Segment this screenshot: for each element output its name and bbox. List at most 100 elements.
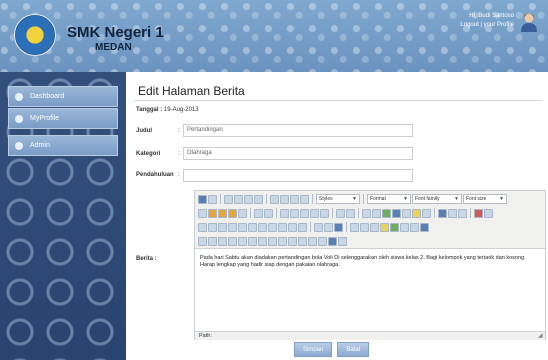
user-links[interactable]: Logout | your Profile (460, 21, 514, 30)
ins-icon[interactable] (288, 236, 297, 246)
background-color-icon[interactable] (484, 208, 493, 218)
cell-props-icon[interactable] (218, 222, 227, 232)
abbr-icon[interactable] (258, 236, 267, 246)
code-icon[interactable] (422, 208, 431, 218)
toolbar-row-1: Styles ▼ Format ▼ Font family ▼ Font size ▼ (198, 193, 507, 205)
align-left-icon[interactable] (270, 194, 279, 204)
style-props-icon[interactable] (238, 236, 247, 246)
new-document-icon[interactable] (208, 194, 217, 204)
pendahuluan-input[interactable] (183, 169, 413, 182)
numbered-list-icon[interactable] (290, 208, 299, 218)
cancel-button[interactable]: Batal (337, 342, 370, 357)
attribs-icon[interactable] (298, 236, 307, 246)
help-icon[interactable] (412, 208, 421, 218)
remove-format-icon[interactable] (324, 222, 333, 232)
insert-layer-icon[interactable] (198, 236, 207, 246)
insert-row-before-icon[interactable] (228, 222, 237, 232)
chevron-down-icon: ▼ (499, 196, 504, 202)
form-buttons: Simpan Batal (294, 342, 370, 357)
font-family-select[interactable]: Font family ▼ (412, 194, 462, 204)
align-center-icon[interactable] (280, 194, 289, 204)
media-icon[interactable] (390, 222, 399, 232)
template-icon[interactable] (328, 236, 337, 246)
replace-icon[interactable] (264, 208, 273, 218)
link-icon[interactable] (362, 208, 371, 218)
editor-content-area[interactable]: Pada hari Sabtu akan diadakan pertanding… (195, 249, 545, 331)
kategori-input[interactable]: Olahraga (183, 147, 413, 160)
font-size-select[interactable]: Font size ▼ (463, 194, 507, 204)
judul-input[interactable]: Pertandingan (183, 124, 413, 137)
cut-icon[interactable] (198, 208, 207, 218)
visual-chars-icon[interactable] (308, 236, 317, 246)
insert-col-before-icon[interactable] (258, 222, 267, 232)
blockquote-icon[interactable] (320, 208, 329, 218)
horizontal-rule-icon[interactable] (314, 222, 323, 232)
paste-text-icon[interactable] (228, 208, 237, 218)
sidebar-item-myprofile[interactable]: MyProfile (8, 108, 118, 129)
move-forward-icon[interactable] (208, 236, 217, 246)
copy-icon[interactable] (208, 208, 217, 218)
unlink-icon[interactable] (372, 208, 381, 218)
image-icon[interactable] (392, 208, 401, 218)
nonbreaking-icon[interactable] (318, 236, 327, 246)
redo-icon[interactable] (346, 208, 355, 218)
delete-row-icon[interactable] (248, 222, 257, 232)
align-justify-icon[interactable] (300, 194, 309, 204)
cite-icon[interactable] (248, 236, 257, 246)
sidebar-item-admin[interactable]: Admin (8, 135, 118, 156)
align-right-icon[interactable] (290, 194, 299, 204)
outdent-icon[interactable] (300, 208, 309, 218)
table-icon[interactable] (198, 222, 207, 232)
pagebreak-icon[interactable] (338, 236, 347, 246)
cleanup-icon[interactable] (402, 208, 411, 218)
special-char-icon[interactable] (370, 222, 379, 232)
sidebar-item-dashboard[interactable]: Dashboard (8, 86, 118, 107)
strikethrough-icon[interactable] (254, 194, 263, 204)
rtl-icon[interactable] (400, 222, 409, 232)
bold-icon[interactable] (224, 194, 233, 204)
move-backward-icon[interactable] (218, 236, 227, 246)
toolbar-separator (310, 222, 311, 232)
undo-icon[interactable] (336, 208, 345, 218)
format-select[interactable]: Format ▼ (367, 194, 411, 204)
paste-word-icon[interactable] (238, 208, 247, 218)
absolute-icon[interactable] (228, 236, 237, 246)
ltr-icon[interactable] (410, 222, 419, 232)
font-size-select-label: Font size (466, 196, 487, 202)
insert-col-after-icon[interactable] (268, 222, 277, 232)
text-color-icon[interactable] (474, 208, 483, 218)
split-cells-icon[interactable] (288, 222, 297, 232)
paste-icon[interactable] (218, 208, 227, 218)
italic-icon[interactable] (234, 194, 243, 204)
insert-row-after-icon[interactable] (238, 222, 247, 232)
fullscreen-icon[interactable] (420, 222, 429, 232)
user-info: Hi, Budi Santoso Logout | your Profile (460, 12, 514, 30)
acronym-icon[interactable] (268, 236, 277, 246)
subscript-icon[interactable] (350, 222, 359, 232)
circle-bullet-icon (15, 114, 23, 123)
anchor-icon[interactable] (382, 208, 391, 218)
find-icon[interactable] (254, 208, 263, 218)
underline-icon[interactable] (244, 194, 253, 204)
styles-select[interactable]: Styles ▼ (316, 194, 360, 204)
preview-icon[interactable] (458, 208, 467, 218)
pendahuluan-colon: : (178, 171, 180, 178)
row-props-icon[interactable] (208, 222, 217, 232)
save-icon[interactable] (198, 194, 207, 204)
delete-col-icon[interactable] (278, 222, 287, 232)
toolbar-separator (276, 208, 277, 218)
emoticon-icon[interactable] (380, 222, 389, 232)
resize-handle-icon[interactable]: ◢ (538, 333, 544, 339)
insert-date-icon[interactable] (438, 208, 447, 218)
sidebar-item-label: Admin (30, 142, 50, 149)
insert-time-icon[interactable] (448, 208, 457, 218)
indent-icon[interactable] (310, 208, 319, 218)
del-icon[interactable] (278, 236, 287, 246)
visual-aid-icon[interactable] (334, 222, 343, 232)
superscript-icon[interactable] (360, 222, 369, 232)
merge-cells-icon[interactable] (298, 222, 307, 232)
sidebar: Dashboard MyProfile Admin (0, 72, 126, 360)
chevron-down-icon: ▼ (352, 196, 357, 202)
bullet-list-icon[interactable] (280, 208, 289, 218)
submit-button[interactable]: Simpan (294, 342, 333, 357)
